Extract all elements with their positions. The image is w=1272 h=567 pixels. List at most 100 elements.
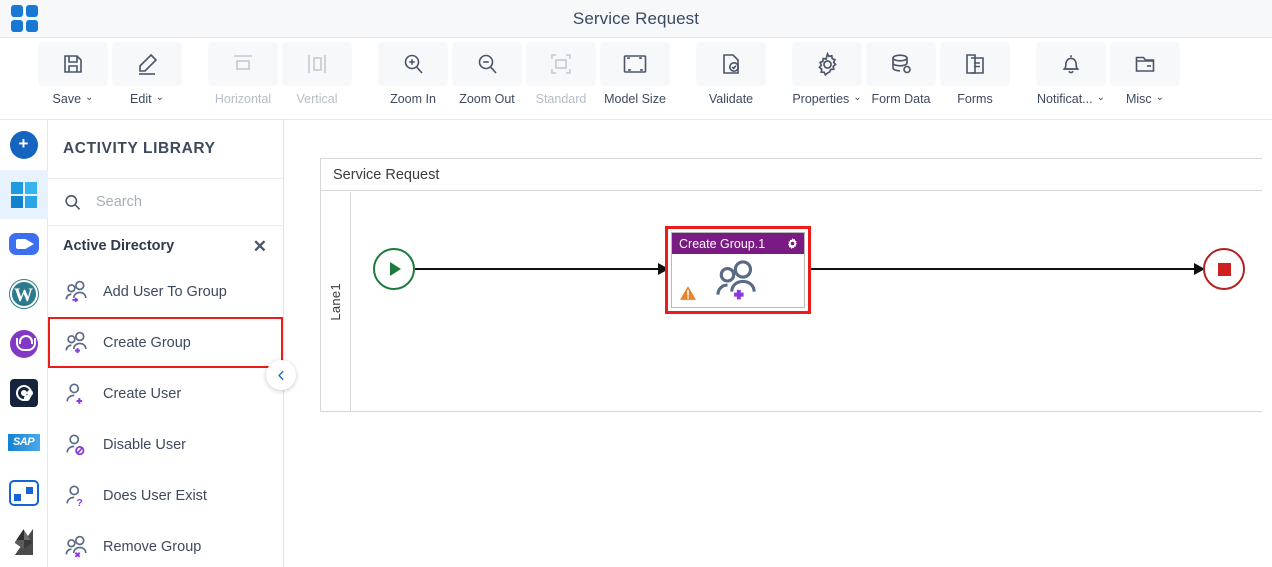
model-size-icon bbox=[600, 42, 670, 86]
rail-item-sap[interactable]: SAP bbox=[0, 418, 48, 468]
remove-group-icon bbox=[65, 535, 87, 558]
search-input[interactable] bbox=[94, 193, 254, 211]
toolbar-zoom-in[interactable]: Zoom In bbox=[376, 42, 450, 116]
sequence-flow-1[interactable] bbox=[415, 263, 669, 275]
application-window: Service Request Save ⌄ Edit ⌄ Horizontal… bbox=[0, 0, 1272, 567]
panel-collapse-button[interactable] bbox=[266, 360, 296, 390]
wordpress-icon: W bbox=[9, 279, 38, 308]
ethereum-icon bbox=[14, 529, 33, 556]
lane-header[interactable]: Lane1 bbox=[321, 192, 351, 411]
canvas-surface[interactable]: Service Request Lane1 Create Group.1 bbox=[284, 120, 1272, 567]
toolbar-vertical[interactable]: Vertical bbox=[280, 42, 354, 116]
task-box[interactable]: Create Group.1 bbox=[671, 232, 805, 308]
close-icon[interactable]: ✕ bbox=[253, 238, 267, 255]
servicenow-icon bbox=[9, 379, 38, 408]
library-group-header: Active Directory ✕ bbox=[48, 226, 283, 266]
activity-create-group[interactable]: Create Group bbox=[48, 317, 283, 368]
rail-item-add[interactable]: + bbox=[0, 120, 48, 170]
activity-label: Add User To Group bbox=[103, 283, 227, 300]
rail-item-microsoft[interactable] bbox=[0, 169, 48, 220]
toolbar-save[interactable]: Save ⌄ bbox=[36, 42, 110, 116]
toolbar-notifications-label: Notificat... ⌄ bbox=[1037, 92, 1105, 106]
plus-circle-icon: + bbox=[9, 130, 38, 159]
toolbar-properties-label: Properties ⌄ bbox=[792, 92, 861, 106]
process-pool[interactable]: Service Request Lane1 Create Group.1 bbox=[320, 158, 1272, 412]
start-event[interactable] bbox=[373, 248, 415, 290]
task-create-group-1[interactable]: Create Group.1 bbox=[665, 226, 811, 314]
label-text: Misc bbox=[1125, 92, 1152, 106]
zoom-out-icon bbox=[452, 42, 522, 86]
toolbar-misc[interactable]: Misc ⌄ bbox=[1108, 42, 1182, 116]
toolbar-vertical-label: Vertical bbox=[296, 92, 338, 106]
library-group-name: Active Directory bbox=[63, 238, 175, 254]
pool-title: Service Request bbox=[321, 159, 1272, 191]
rail-item-power-automate[interactable] bbox=[0, 468, 48, 518]
toolbar-zoom-in-label: Zoom In bbox=[390, 92, 436, 106]
document-icon bbox=[940, 42, 1010, 86]
rail-item-servicenow[interactable] bbox=[0, 368, 48, 418]
horizontal-icon bbox=[208, 42, 278, 86]
vertical-icon bbox=[282, 42, 352, 86]
chevron-down-icon: ⌄ bbox=[85, 92, 94, 103]
create-group-icon bbox=[65, 331, 87, 353]
toolbar-edit[interactable]: Edit ⌄ bbox=[110, 42, 184, 116]
toolbar: Save ⌄ Edit ⌄ Horizontal Vertical Zoom I… bbox=[0, 38, 1272, 120]
sequence-flow-2[interactable] bbox=[811, 263, 1205, 275]
toolbar-validate-label: Validate bbox=[708, 92, 754, 106]
activity-does-user-exist[interactable]: ? Does User Exist bbox=[48, 470, 283, 521]
disable-user-icon bbox=[66, 434, 85, 455]
toolbar-forms[interactable]: Forms bbox=[938, 42, 1012, 116]
gear-icon bbox=[792, 42, 862, 86]
headset-icon bbox=[9, 329, 38, 358]
title-bar: Service Request bbox=[0, 0, 1272, 38]
gear-icon[interactable] bbox=[786, 237, 799, 250]
toolbar-model-size[interactable]: Model Size bbox=[598, 42, 672, 116]
warning-icon[interactable] bbox=[679, 285, 697, 301]
rail-item-ethereum[interactable] bbox=[0, 517, 48, 567]
toolbar-validate[interactable]: Validate bbox=[694, 42, 768, 116]
task-body bbox=[672, 254, 804, 307]
toolbar-zoom-out-label: Zoom Out bbox=[459, 92, 515, 106]
windows-icon bbox=[10, 181, 37, 208]
standard-icon bbox=[526, 42, 596, 86]
toolbar-form-data[interactable]: Form Data bbox=[864, 42, 938, 116]
activity-add-user-to-group[interactable]: Add User To Group bbox=[48, 266, 283, 317]
grid-logo-icon[interactable] bbox=[11, 5, 39, 33]
chevron-down-icon: ⌄ bbox=[1096, 92, 1105, 103]
page-title: Service Request bbox=[572, 8, 700, 28]
power-automate-icon bbox=[8, 479, 39, 506]
search-icon bbox=[65, 194, 81, 210]
lane-body[interactable]: Create Group.1 bbox=[351, 192, 1272, 411]
lane-label-text: Lane1 bbox=[328, 282, 343, 321]
label-text: Edit bbox=[130, 92, 152, 106]
activity-library-panel: ACTIVITY LIBRARY Active Directory ✕ Add … bbox=[48, 120, 284, 567]
database-icon bbox=[866, 42, 936, 86]
library-search-row bbox=[48, 178, 283, 226]
activity-remove-group[interactable]: Remove Group bbox=[48, 521, 283, 567]
chevron-down-icon: ⌄ bbox=[1155, 92, 1165, 103]
activity-create-user[interactable]: Create User bbox=[48, 368, 283, 419]
process-canvas[interactable]: Service Request Lane1 Create Group.1 bbox=[284, 120, 1272, 567]
rail-item-support[interactable] bbox=[0, 319, 48, 369]
toolbar-notifications[interactable]: Notificat... ⌄ bbox=[1034, 42, 1108, 116]
save-icon bbox=[38, 42, 108, 86]
toolbar-model-size-label: Model Size bbox=[604, 92, 666, 106]
activity-disable-user[interactable]: Disable User bbox=[48, 419, 283, 470]
activity-label: Does User Exist bbox=[103, 487, 207, 504]
toolbar-properties[interactable]: Properties ⌄ bbox=[790, 42, 864, 116]
toolbar-standard-label: Standard bbox=[535, 92, 587, 106]
end-event[interactable] bbox=[1203, 248, 1245, 290]
toolbar-zoom-out[interactable]: Zoom Out bbox=[450, 42, 524, 116]
toolbar-standard[interactable]: Standard bbox=[524, 42, 598, 116]
rail-item-wordpress[interactable]: W bbox=[0, 269, 48, 319]
does-user-exist-icon: ? bbox=[66, 485, 83, 509]
sap-icon: SAP bbox=[7, 434, 40, 452]
toolbar-horizontal[interactable]: Horizontal bbox=[206, 42, 280, 116]
task-name: Create Group.1 bbox=[679, 236, 766, 251]
toolbar-save-label: Save ⌄ bbox=[53, 92, 94, 106]
activity-label: Create Group bbox=[103, 334, 191, 351]
canvas-scrollbar[interactable] bbox=[1262, 120, 1272, 567]
toolbar-edit-label: Edit ⌄ bbox=[130, 92, 164, 106]
label-text: Notificat... bbox=[1037, 92, 1093, 106]
rail-item-zoom[interactable] bbox=[0, 219, 48, 269]
